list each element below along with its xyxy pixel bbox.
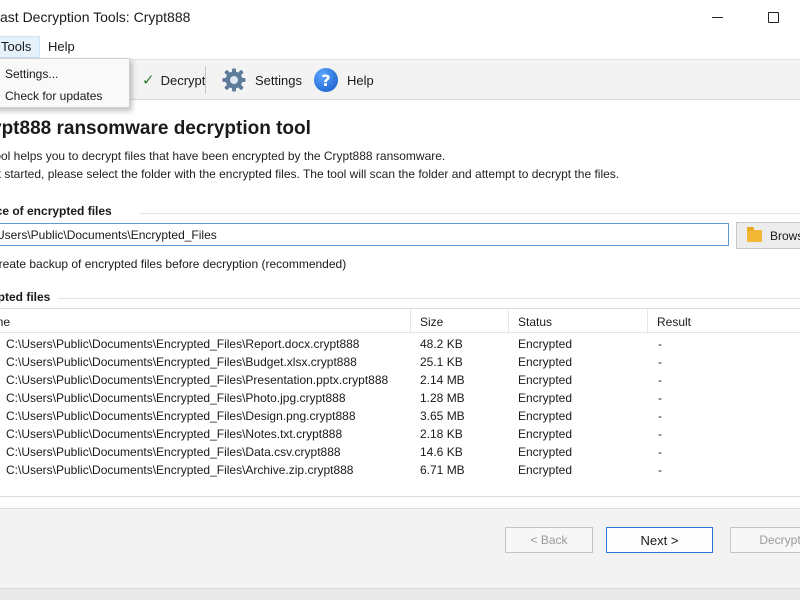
description-line-1: tool helps you to decrypt files that hav… [0,149,446,163]
file-status-cell: Encrypted [518,427,573,441]
file-name-cell: C:\Users\Public\Documents\Encrypted_File… [6,463,354,477]
toolbar-decrypt-button[interactable]: ✓ Decrypt [142,65,205,95]
file-result-cell: - [658,391,662,405]
column-header-name[interactable]: name [0,315,10,329]
column-separator[interactable] [508,309,509,333]
file-size-cell: 6.71 MB [420,463,465,477]
file-name-cell: C:\Users\Public\Documents\Encrypted_File… [6,391,346,405]
file-result-cell: - [658,409,662,423]
file-status-cell: Encrypted [518,409,573,423]
title-bar: ast Decryption Tools: Crypt888 [0,0,800,34]
checkmark-icon: ✓ [142,72,155,89]
decrypt-button[interactable]: Decrypt [730,527,800,553]
window-title: ast Decryption Tools: Crypt888 [0,9,191,25]
menu-bar: Tools Help [0,36,800,58]
column-header-size[interactable]: Size [420,315,443,329]
tools-dropdown-menu: Settings... Check for updates [0,58,130,108]
status-strip [0,588,800,600]
section-divider [140,213,800,214]
file-status-cell: Encrypted [518,463,573,477]
file-size-cell: 3.65 MB [420,409,465,423]
file-result-cell: - [658,355,662,369]
table-row[interactable]: C:\Users\Public\Documents\Encrypted_File… [0,444,800,462]
file-name-cell: C:\Users\Public\Documents\Encrypted_File… [6,355,357,369]
file-size-cell: 48.2 KB [420,337,463,351]
menu-item-settings[interactable]: Settings... [5,67,58,81]
file-status-cell: Encrypted [518,337,573,351]
browse-button[interactable]: Browse [736,222,800,249]
file-name-cell: C:\Users\Public\Documents\Encrypted_File… [6,445,341,459]
menu-help[interactable]: Help [40,36,83,58]
toolbar-help-label: Help [347,72,374,88]
backup-option[interactable]: Create backup of encrypted files before … [0,257,346,271]
file-status-cell: Encrypted [518,445,573,459]
section-divider [58,298,800,299]
file-size-cell: 25.1 KB [420,355,463,369]
file-name-cell: C:\Users\Public\Documents\Encrypted_File… [6,337,360,351]
column-header-result[interactable]: Result [657,315,691,329]
file-size-cell: 1.28 MB [420,391,465,405]
table-row[interactable]: C:\Users\Public\Documents\Encrypted_File… [0,426,800,444]
file-name-cell: C:\Users\Public\Documents\Encrypted_File… [6,427,343,441]
maximize-button[interactable] [750,0,796,34]
next-button[interactable]: Next > [606,527,713,553]
file-result-cell: - [658,445,662,459]
file-status-cell: Encrypted [518,391,573,405]
column-separator[interactable] [647,309,648,333]
table-row[interactable]: C:\Users\Public\Documents\Encrypted_File… [0,390,800,408]
toolbar-separator [205,66,206,94]
file-status-cell: Encrypted [518,373,573,387]
file-size-cell: 2.18 KB [420,427,463,441]
toolbar-settings-button[interactable]: Settings [221,65,302,95]
file-size-cell: 14.6 KB [420,445,463,459]
toolbar-decrypt-label: Decrypt [160,72,206,88]
toolbar-settings-label: Settings [255,72,302,88]
maximize-icon [767,11,779,23]
table-header: name Size Status Result [0,309,800,333]
menu-item-check-updates[interactable]: Check for updates [5,89,102,103]
encrypted-files-table[interactable]: name Size Status Result C:\Users\Public\… [0,308,800,497]
table-row[interactable]: C:\Users\Public\Documents\Encrypted_File… [0,336,800,354]
folder-path-input[interactable] [0,223,729,246]
file-result-cell: - [658,463,662,477]
file-result-cell: - [658,373,662,387]
file-size-cell: 2.14 MB [420,373,465,387]
menu-tools[interactable]: Tools [0,36,40,58]
back-button[interactable]: < Back [505,527,593,553]
file-result-cell: - [658,427,662,441]
table-row[interactable]: C:\Users\Public\Documents\Encrypted_File… [0,354,800,372]
gear-icon [221,67,247,93]
help-icon: ? [313,67,339,93]
minimize-button[interactable] [694,0,740,34]
file-result-cell: - [658,337,662,351]
backup-label: Create backup of encrypted files before … [0,257,347,271]
browse-label: Browse [770,228,800,243]
column-header-status[interactable]: Status [518,315,552,329]
folder-icon [747,226,762,242]
application-window: ast Decryption Tools: Crypt888 Tools Hel… [0,0,800,600]
source-section-label: rce of encrypted files [0,204,112,218]
files-section-label: ypted files [0,290,51,304]
file-name-cell: C:\Users\Public\Documents\Encrypted_File… [6,373,389,387]
file-status-cell: Encrypted [518,355,573,369]
column-separator[interactable] [410,309,411,333]
page-title: ypt888 ransomware decryption tool [0,118,311,139]
minimize-icon [711,16,723,18]
toolbar-help-button[interactable]: ? Help [313,65,374,95]
description-line-2: et started, please select the folder wit… [0,167,620,181]
table-row[interactable]: C:\Users\Public\Documents\Encrypted_File… [0,408,800,426]
wizard-button-bar: < Back Next > Decrypt [0,508,800,600]
file-name-cell: C:\Users\Public\Documents\Encrypted_File… [6,409,356,423]
table-row[interactable]: C:\Users\Public\Documents\Encrypted_File… [0,372,800,390]
table-row[interactable]: C:\Users\Public\Documents\Encrypted_File… [0,462,800,480]
